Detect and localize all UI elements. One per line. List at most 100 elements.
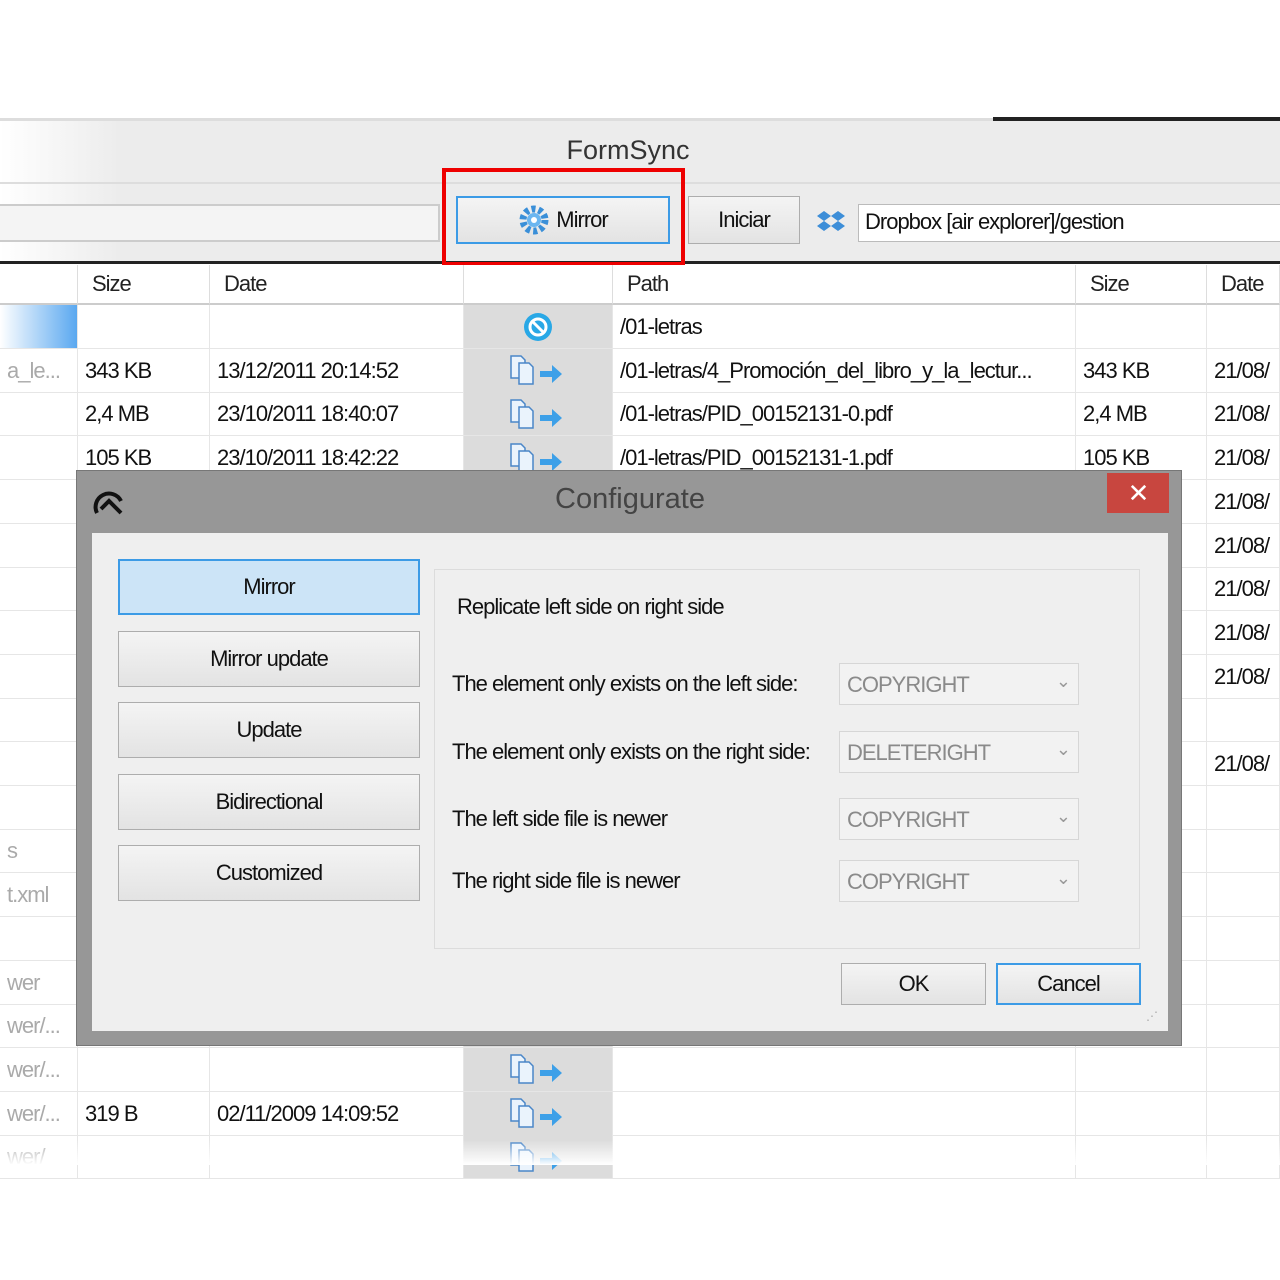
mode-button-customized[interactable]: Customized	[118, 845, 420, 901]
table-cell-rdate	[1207, 785, 1280, 830]
column-header-size-left[interactable]: Size	[78, 265, 210, 305]
table-cell-name: a_le...	[0, 348, 78, 393]
table-cell-path: /01-letras/4_Promoción_del_libro_y_la_le…	[613, 348, 1076, 393]
table-cell-size: 343 KB	[78, 348, 210, 393]
table-cell-path	[613, 1047, 1076, 1092]
chevron-down-icon: ⌄	[1055, 806, 1071, 826]
rule-select-value: COPYRIGHT	[847, 672, 970, 697]
mode-button-bidirectional[interactable]: Bidirectional	[118, 773, 420, 830]
chevron-down-icon: ⌄	[1055, 868, 1071, 888]
table-cell-rdate: 21/08/	[1207, 742, 1280, 786]
copy-right-icon	[510, 1054, 562, 1085]
rule-select[interactable]: COPYRIGHT ⌄	[839, 798, 1079, 840]
chevron-down-icon: ⌄	[1055, 671, 1071, 691]
ok-button[interactable]: OK	[841, 963, 986, 1005]
dialog-title: Configurate	[555, 483, 705, 515]
local-path-field[interactable]	[0, 204, 440, 242]
table-cell-name: wer/...	[0, 1047, 78, 1092]
rule-select[interactable]: COPYRIGHT ⌄	[839, 860, 1079, 902]
table-cell-rdate: 21/08/	[1207, 567, 1280, 612]
rule-label: The element only exists on the right sid…	[452, 739, 811, 764]
cancel-button[interactable]: Cancel	[996, 963, 1141, 1005]
table-cell-date: 02/11/2009 14:09:52	[210, 1091, 464, 1136]
rule-label: The element only exists on the left side…	[452, 671, 798, 696]
table-cell-rsize: 2,4 MB	[1076, 392, 1207, 437]
mode-button-mirror-update[interactable]: Mirror update	[118, 630, 420, 687]
table-cell-name	[0, 567, 78, 612]
table-cell-rdate: 21/08/	[1207, 610, 1280, 655]
table-cell-action	[464, 1091, 613, 1136]
mode-description: Replicate left side on right side	[457, 594, 725, 619]
table-cell-rdate	[1207, 1091, 1280, 1136]
table-cell-name	[0, 305, 78, 349]
copy-right-icon	[510, 1098, 562, 1128]
table-cell-name: wer/...	[0, 1004, 78, 1049]
table-cell-rdate	[1207, 829, 1280, 874]
table-cell-action	[464, 1047, 613, 1092]
iniciar-button[interactable]: Iniciar	[688, 196, 800, 244]
column-header-date-right[interactable]: Date	[1207, 265, 1280, 305]
table-cell-name: s	[0, 829, 78, 874]
configurate-dialog: Configurate ✕ Mirror Mirror update Update B…	[76, 470, 1182, 1046]
mode-button-mirror[interactable]: Mirror	[118, 559, 420, 615]
skip-icon	[524, 312, 552, 341]
table-cell-name: t.xml	[0, 873, 78, 918]
column-header-name[interactable]	[0, 265, 78, 305]
column-header-date-left[interactable]: Date	[210, 265, 464, 305]
table-cell-action	[464, 392, 613, 437]
table-cell-size: 319 B	[78, 1091, 210, 1136]
resize-grip[interactable]: ⋰	[1146, 1009, 1158, 1023]
table-cell-rdate	[1207, 698, 1280, 743]
table-cell-size	[78, 305, 210, 349]
table-cell-rdate: 21/08/	[1207, 479, 1280, 524]
table-cell-rsize	[1076, 305, 1207, 349]
rule-select-value: DELETERIGHT	[847, 740, 991, 765]
table-cell-date	[210, 1047, 464, 1092]
divider	[993, 117, 1280, 121]
table-cell-rsize	[1076, 1047, 1207, 1092]
rule-label: The right side file is newer	[452, 868, 681, 893]
table-cell-rdate: 21/08/	[1207, 392, 1280, 437]
table-cell-name: wer	[0, 960, 78, 1005]
table-cell-name	[0, 610, 78, 655]
column-header-size-right[interactable]: Size	[1076, 265, 1207, 305]
chevron-down-icon: ⌄	[1055, 739, 1071, 759]
mode-button-update[interactable]: Update	[118, 702, 420, 758]
table-cell-rdate: 21/08/	[1207, 348, 1280, 393]
table-cell-rdate: 21/08/	[1207, 436, 1280, 481]
table-cell-rdate: 21/08/	[1207, 523, 1280, 568]
rule-select-value: COPYRIGHT	[847, 869, 970, 894]
table-cell-path: /01-letras	[613, 305, 1076, 349]
highlight-box	[442, 168, 685, 266]
table-cell-date: 23/10/2011 18:40:07	[210, 392, 464, 437]
column-header-path[interactable]: Path	[613, 265, 1076, 305]
rule-select[interactable]: COPYRIGHT ⌄	[839, 663, 1079, 705]
table-cell-rdate	[1207, 916, 1280, 961]
rule-select-value: COPYRIGHT	[847, 807, 970, 832]
table-cell-action	[464, 305, 613, 349]
table-cell-rdate	[1207, 305, 1280, 349]
table-cell-rdate	[1207, 1047, 1280, 1092]
app-title: FormSync	[566, 135, 690, 165]
table-cell-name	[0, 916, 78, 961]
table-cell-name	[0, 785, 78, 830]
table-cell-rdate	[1207, 873, 1280, 918]
copy-right-icon	[510, 355, 562, 385]
table-cell-rsize: 343 KB	[1076, 348, 1207, 393]
table-cell-name	[0, 523, 78, 568]
dropbox-icon	[817, 211, 845, 231]
table-cell-name: wer/...	[0, 1091, 78, 1136]
dialog-body: Mirror Mirror update Update Bidirectional Cu…	[92, 533, 1168, 1031]
column-header-action[interactable]	[464, 265, 613, 305]
table-cell-rdate	[1207, 1004, 1280, 1049]
table-cell-rdate: 21/08/	[1207, 654, 1280, 699]
remote-path-field[interactable]: Dropbox [air explorer]/gestion	[858, 204, 1280, 242]
close-button[interactable]: ✕	[1107, 473, 1169, 513]
table-cell-action	[464, 348, 613, 393]
table-cell-name	[0, 654, 78, 699]
table-cell-path	[613, 1091, 1076, 1136]
table-cell-name	[0, 698, 78, 743]
copy-right-icon	[510, 399, 562, 429]
rule-select[interactable]: DELETERIGHT ⌄	[839, 731, 1079, 773]
rule-label: The left side file is newer	[452, 806, 668, 831]
